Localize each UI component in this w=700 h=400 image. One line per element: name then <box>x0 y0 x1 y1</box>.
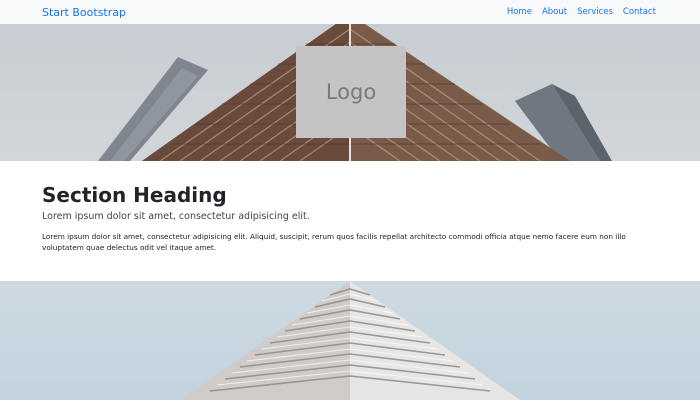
navbar-brand[interactable]: Start Bootstrap <box>42 6 126 19</box>
section-body: Lorem ipsum dolor sit amet, consectetur … <box>42 232 626 252</box>
hero-image-building: Logo <box>0 24 700 161</box>
nav-link-contact[interactable]: Contact <box>623 7 656 17</box>
logo-placeholder: Logo <box>296 46 406 138</box>
nav-link-about[interactable]: About <box>542 7 567 17</box>
section-heading: Section Heading <box>42 183 227 207</box>
hero-image-white-building <box>0 281 700 400</box>
nav-link-home[interactable]: Home <box>507 7 532 17</box>
section-lead: Lorem ipsum dolor sit amet, consectetur … <box>42 211 310 222</box>
content-section: Section Heading Lorem ipsum dolor sit am… <box>0 161 700 281</box>
navbar: Start Bootstrap Home About Services Cont… <box>0 0 700 24</box>
nav-links: Home About Services Contact <box>507 7 656 17</box>
logo-text: Logo <box>325 80 377 104</box>
nav-link-services[interactable]: Services <box>577 7 613 17</box>
white-building-illustration <box>180 281 520 400</box>
